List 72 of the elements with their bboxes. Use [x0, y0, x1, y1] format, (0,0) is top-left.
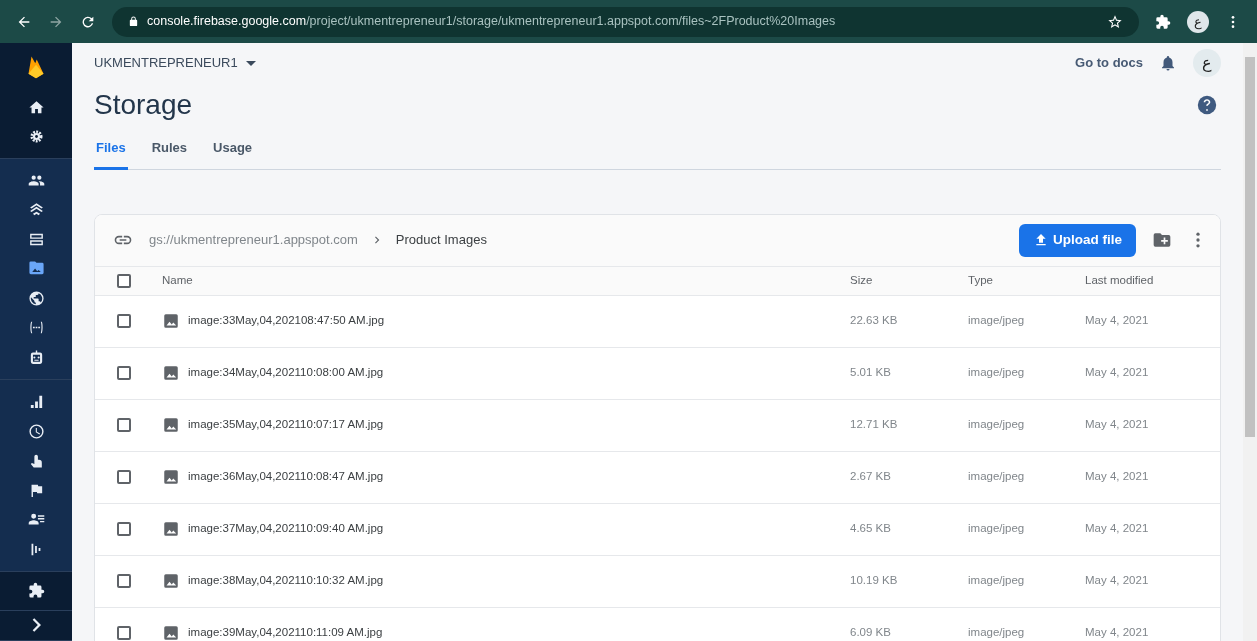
file-name[interactable]: image:36May,04,202110:08:47 AM.jpg — [188, 468, 384, 486]
column-header[interactable]: Last modified — [1085, 273, 1154, 286]
image-file-icon — [162, 520, 180, 538]
tab[interactable]: Files — [94, 130, 128, 170]
checkbox[interactable] — [117, 522, 131, 536]
file-size: 12.71 KB — [850, 418, 898, 431]
image-file-icon — [162, 312, 180, 330]
column-header[interactable]: Name — [162, 273, 193, 286]
puzzle-icon — [27, 582, 45, 600]
checkbox[interactable] — [117, 574, 131, 588]
upload-file-button[interactable]: Upload file — [1019, 223, 1136, 257]
column-header[interactable]: Size — [850, 273, 873, 286]
file-name[interactable]: image:34May,04,202110:08:00 AM.jpg — [188, 364, 384, 382]
file-size: 22.63 KB — [850, 314, 898, 327]
upload-icon — [1033, 232, 1049, 248]
file-type: image/jpeg — [968, 314, 1025, 327]
home-icon — [27, 98, 45, 116]
file-type: image/jpeg — [968, 574, 1025, 587]
modified-date: May 4, 2021 — [1085, 522, 1149, 535]
file-size: 4.65 KB — [850, 522, 891, 535]
tab[interactable]: Rules — [138, 130, 201, 170]
file-name[interactable]: image:39May,04,202110:11:09 AM.jpg — [188, 624, 383, 641]
image-file-icon — [162, 572, 180, 590]
puzzle-icon[interactable] — [1155, 13, 1171, 30]
file-name[interactable]: image:35May,04,202110:07:17 AM.jpg — [188, 416, 384, 434]
image-file-icon — [162, 416, 180, 434]
modified-date: May 4, 2021 — [1085, 366, 1149, 379]
file-size: 10.19 KB — [850, 574, 898, 587]
page-title: Storage — [94, 88, 193, 122]
file-type: image/jpeg — [968, 366, 1025, 379]
file-name[interactable]: image:38May,04,202110:10:32 AM.jpg — [188, 572, 384, 590]
modified-date: May 4, 2021 — [1085, 314, 1149, 327]
flame-logo[interactable] — [27, 54, 45, 79]
new-folder-icon[interactable] — [1152, 230, 1172, 250]
checkbox[interactable] — [117, 470, 131, 484]
file-type: image/jpeg — [968, 626, 1025, 639]
folder-breadcrumb: Product Images — [395, 231, 487, 250]
scrollbar[interactable] — [1243, 43, 1257, 641]
modified-date: May 4, 2021 — [1085, 574, 1149, 587]
notification-bell-icon[interactable] — [1159, 53, 1177, 72]
clock-icon — [27, 422, 45, 440]
file-size: 6.09 KB — [850, 626, 891, 639]
column-header[interactable]: Type — [968, 273, 993, 286]
lock-icon — [128, 16, 139, 27]
modified-date: May 4, 2021 — [1085, 470, 1149, 483]
file-name[interactable]: image:33May,04,202108:47:50 AM.jpg — [188, 312, 385, 330]
file-type: image/jpeg — [968, 522, 1025, 535]
bucket-path[interactable]: gs://ukmentrepreneur1.appspot.com — [149, 230, 358, 250]
modified-date: May 4, 2021 — [1085, 418, 1149, 431]
help-icon[interactable] — [1197, 95, 1217, 115]
checkbox[interactable] — [117, 626, 131, 640]
docs-link[interactable]: Go to docs — [1075, 52, 1143, 73]
tab[interactable]: Usage — [200, 130, 266, 170]
file-size: 2.67 KB — [850, 470, 891, 483]
profile-avatar[interactable]: ع — [1187, 10, 1209, 33]
chevron-right-icon — [31, 618, 41, 633]
image-file-icon — [162, 364, 180, 382]
user-avatar[interactable]: ع — [1193, 48, 1221, 77]
file-type: image/jpeg — [968, 470, 1025, 483]
modified-date: May 4, 2021 — [1085, 626, 1149, 639]
checkbox[interactable] — [117, 418, 131, 432]
image-file-icon — [162, 624, 180, 641]
project-selector[interactable]: UKMENTREPRENEUR1 — [94, 52, 238, 73]
file-type: image/jpeg — [968, 418, 1025, 431]
checkbox[interactable] — [117, 273, 131, 288]
checkbox[interactable] — [117, 366, 131, 380]
file-size: 5.01 KB — [850, 366, 891, 379]
checkbox[interactable] — [117, 314, 131, 328]
globe-icon — [27, 289, 45, 307]
image-file-icon — [162, 468, 180, 486]
file-name[interactable]: image:37May,04,202110:09:40 AM.jpg — [188, 520, 384, 538]
bookmark-star-icon[interactable] — [1107, 13, 1123, 30]
